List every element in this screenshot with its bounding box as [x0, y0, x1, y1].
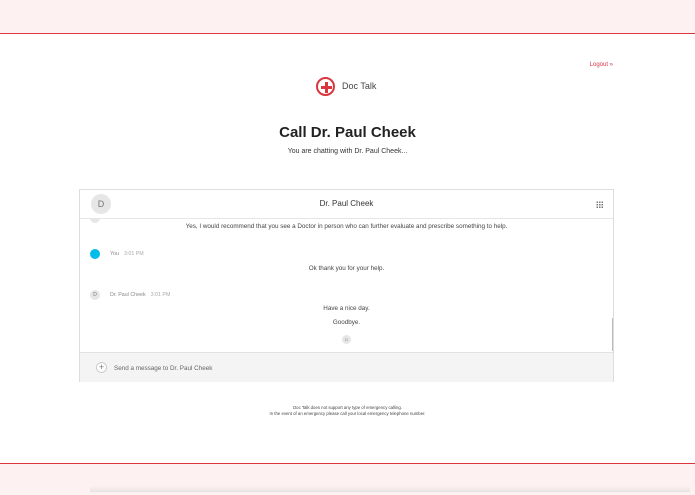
logout-link[interactable]: Logout »: [590, 62, 613, 68]
message-author: You: [110, 251, 119, 257]
chat-header-title: Dr. Paul Cheek: [319, 199, 374, 208]
page-subtitle: You are chatting with Dr. Paul Cheek...: [287, 148, 408, 155]
chat-window: D Dr. Paul Cheek Yes, I would recommend …: [79, 189, 614, 382]
scrollbar-thumb[interactable]: [612, 318, 613, 351]
message-text: Ok thank you for your help.: [308, 265, 385, 272]
message-text: Goodbye.: [332, 319, 361, 326]
message-author: Dr. Paul Cheek: [110, 292, 146, 298]
chat-header: D Dr. Paul Cheek: [80, 190, 613, 219]
chat-bubble-icon: [90, 249, 100, 259]
composer: +: [80, 352, 613, 382]
message-text: Yes, I would recommend that you see a Do…: [185, 223, 508, 230]
message-time: 3:01 PM: [123, 251, 144, 257]
brand: Doc Talk: [316, 75, 376, 97]
message-text: Have a nice day.: [323, 305, 370, 312]
message-author-row: You 3:01 PM: [90, 249, 144, 259]
emergency-disclaimer: Doc Talk does not support any type of em…: [0, 405, 695, 417]
message-input[interactable]: [114, 363, 494, 373]
red-cross-icon: [316, 76, 335, 96]
message-time: 3:01 PM: [150, 292, 171, 298]
doctor-avatar-small: D: [90, 290, 100, 300]
top-banner: [0, 0, 695, 34]
message-author-row: D Dr. Paul Cheek 3:01 PM: [90, 290, 170, 300]
brand-name: Doc Talk: [342, 81, 377, 91]
bottom-shadow: [90, 486, 690, 492]
message-list[interactable]: Yes, I would recommend that you see a Do…: [80, 219, 613, 352]
add-attachment-button[interactable]: +: [96, 362, 107, 373]
disclaimer-line: In the event of an emergency please call…: [269, 411, 426, 416]
grid-menu-icon[interactable]: [596, 201, 603, 208]
page-title: Call Dr. Paul Cheek: [279, 124, 416, 141]
typing-avatar: D: [342, 335, 351, 344]
